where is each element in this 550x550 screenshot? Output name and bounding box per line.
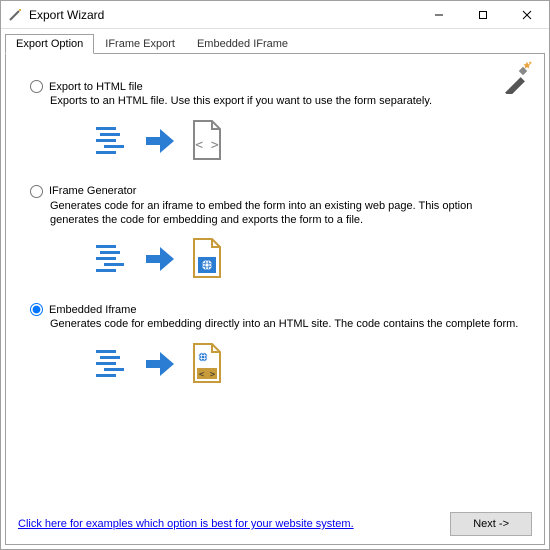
minimize-button[interactable] [417,1,461,29]
illustration-embedded: < > [90,340,532,388]
arrow-icon [142,123,178,159]
form-icon [90,121,130,161]
form-icon [90,239,130,279]
illustration-html: < > [90,117,532,165]
desc-iframe-generator: Generates code for an iframe to embed th… [50,200,520,228]
tab-iframe-export[interactable]: IFrame Export [94,34,186,54]
desc-export-html: Exports to an HTML file. Use this export… [50,95,520,109]
next-button[interactable]: Next -> [450,512,532,536]
globe-file-icon [190,237,224,281]
footer: Click here for examples which option is … [18,508,532,536]
desc-embedded-iframe: Generates code for embedding directly in… [50,318,520,332]
wand-icon [7,7,23,23]
option-iframe-generator: IFrame Generator Generates code for an i… [30,185,532,298]
svg-text:< >: < > [199,370,216,380]
label-embedded-iframe: Embedded Iframe [49,304,136,316]
option-embedded-iframe: Embedded Iframe Generates code for embed… [30,303,532,402]
maximize-button[interactable] [461,1,505,29]
titlebar: Export Wizard [1,1,549,29]
tab-panel: Export to HTML file Exports to an HTML f… [5,53,545,545]
tab-embedded-iframe[interactable]: Embedded IFrame [186,34,299,54]
radio-export-html[interactable] [30,80,43,93]
label-iframe-generator: IFrame Generator [49,185,136,197]
radio-iframe-generator[interactable] [30,185,43,198]
tab-export-option[interactable]: Export Option [5,34,94,54]
wizard-wand-icon [500,60,534,94]
embed-file-icon: < > [190,342,224,386]
close-button[interactable] [505,1,549,29]
tab-bar: Export Option IFrame Export Embedded IFr… [1,32,549,54]
examples-link[interactable]: Click here for examples which option is … [18,518,354,530]
radio-embedded-iframe[interactable] [30,303,43,316]
arrow-icon [142,346,178,382]
export-wizard-window: Export Wizard Export Option IFrame Expor… [0,0,550,550]
option-export-html: Export to HTML file Exports to an HTML f… [30,80,532,179]
illustration-iframe [90,235,532,283]
window-title: Export Wizard [29,8,417,22]
label-export-html: Export to HTML file [49,81,143,93]
code-file-icon: < > [190,119,224,163]
form-icon [90,344,130,384]
svg-text:< >: < > [195,138,219,153]
arrow-icon [142,241,178,277]
